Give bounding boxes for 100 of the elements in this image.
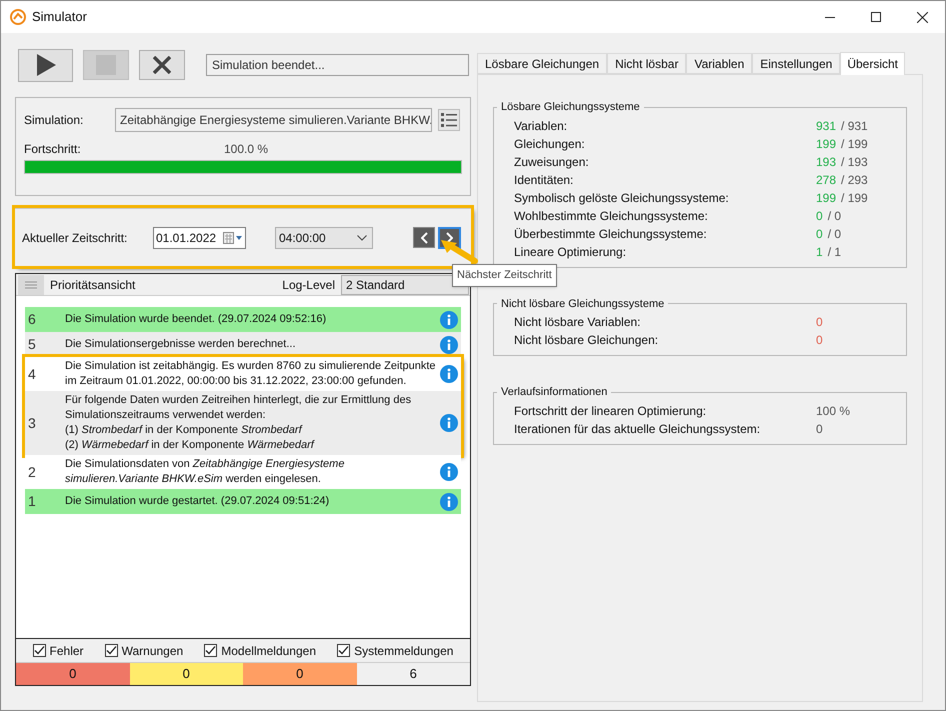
calendar-icon — [223, 232, 243, 244]
filter-label: Systemmeldungen — [354, 642, 454, 660]
info-icon — [440, 365, 458, 383]
stat-label: Nicht lösbare Gleichungen: — [514, 332, 658, 349]
stat-label: Gleichungen: — [514, 136, 585, 152]
stat-total: / 0 — [828, 226, 842, 242]
tab[interactable]: Lösbare Gleichungen — [477, 53, 608, 74]
info-icon — [440, 463, 458, 481]
tab[interactable]: Übersicht — [840, 52, 906, 75]
x-icon — [153, 56, 171, 74]
stat-label: Iterationen für das aktuelle Gleichungssystem: — [514, 420, 760, 438]
stat-value: 0 — [816, 314, 823, 331]
stat-value: 0 — [816, 226, 823, 242]
stat-label: Lineare Optimierung: — [514, 244, 626, 260]
entry-number: 1 — [28, 492, 37, 511]
info-icon — [440, 336, 458, 354]
stat-label: Fortschritt der linearen Optimierung: — [514, 402, 706, 420]
time-dropdown[interactable]: 04:00:00 — [275, 226, 373, 248]
tab[interactable]: Variablen — [686, 53, 752, 74]
log-entry[interactable]: 6 Die Simulation wurde beendet. (29.07.2024 09:52:16) — [25, 307, 461, 332]
app-logo-icon — [10, 9, 26, 25]
log-entry[interactable] — [25, 391, 461, 455]
stat-value: 100 % — [816, 402, 850, 420]
stat-value: 0 — [816, 420, 823, 438]
checkbox[interactable] — [337, 644, 350, 657]
stat-value: 193 — [816, 154, 836, 170]
tooltip: Nächster Zeitschritt — [452, 264, 557, 286]
list-icon — [441, 113, 457, 127]
entry-number: 4 — [28, 364, 37, 384]
filter-label: Warnungen — [122, 642, 184, 660]
date-field[interactable]: 01.01.2022 — [153, 226, 246, 248]
log-message: Die Simulationsdaten von Zeitabhängige Energiesysteme simulieren.Variante BHKW.eSim werden eingelesen. — [65, 457, 346, 487]
tab[interactable]: Einstellungen — [752, 53, 840, 74]
play-button[interactable] — [18, 48, 73, 82]
progress-label: Fortschritt: — [24, 141, 82, 158]
simulation-label: Simulation: — [24, 112, 84, 129]
log-message: Die Simulation wurde beendet. (29.07.2024 09:52:16) — [65, 312, 328, 327]
tab[interactable]: Nicht lösbar — [607, 53, 686, 74]
entry-number: 6 — [28, 310, 37, 329]
stat-total: / 293 — [841, 172, 868, 188]
stat-total: / 193 — [841, 154, 868, 170]
stat-value: 199 — [816, 136, 836, 152]
group-title: Nicht lösbare Gleichungssysteme — [500, 296, 666, 312]
log-message: Die Simulation wurde gestartet. (29.07.2024 09:51:24) — [65, 494, 330, 509]
entry-number: 3 — [28, 414, 37, 432]
log-message: Die Simulation ist zeitabhängig. Es wurden 8760 zu simulierende Zeitpunkte im Zeitraum 01.01.2022, 00:00:00 bis 31.12.2022, 23:00:00 gefunden. — [65, 359, 437, 389]
log-message: (2) Wärmebedarf in der Komponente Wärmebedarf — [65, 438, 316, 453]
info-icon — [440, 310, 458, 328]
checkbox[interactable] — [104, 644, 118, 657]
info-icon — [440, 492, 458, 510]
stat-label: Wohlbestimmte Gleichungssysteme: — [514, 208, 708, 224]
previous-button[interactable] — [413, 227, 435, 248]
stat-value: 199 — [816, 190, 836, 206]
stat-label: Zuweisungen: — [514, 154, 589, 170]
chevron-left-icon — [420, 232, 428, 244]
message-count: 0 — [243, 663, 356, 685]
stat-value: 0 — [816, 208, 823, 224]
log-message: (1) Strombedarf in der Komponente Strombedarf — [65, 423, 304, 438]
log-entry[interactable]: 1 Die Simulation wurde gestartet. (29.07.2024 09:51:24) — [25, 489, 461, 514]
stat-total: / 199 — [841, 190, 868, 206]
log-view-title: Prioritätsansicht — [50, 276, 136, 294]
filter-label: Fehler — [50, 642, 84, 660]
list-button[interactable] — [438, 109, 460, 131]
log-message: Für folgende Daten wurden Zeitreihen hinterlegt, die zur Ermittlung des Simulationszeitraums verwendet werden: — [65, 393, 412, 423]
cancel-button[interactable] — [139, 50, 185, 80]
stat-total: / 1 — [828, 244, 842, 260]
timestep-label: Aktueller Zeitschritt: — [22, 230, 128, 246]
info-icon — [440, 414, 458, 432]
group-title: Lösbare Gleichungssysteme — [500, 100, 641, 115]
callout-arrow — [439, 239, 479, 265]
stat-total: / 199 — [841, 136, 868, 152]
message-count: 0 — [16, 663, 130, 685]
stat-value: 278 — [816, 172, 836, 188]
status-field: Simulation beendet... — [206, 54, 469, 76]
log-entry[interactable]: 4 Die Simulation ist zeitabhängig. Es wurden 8760 zu simulierende Zeitpunkte im Zeitraum 01.01.2022, 00:00:00 bis 31.12.2022, 23:00:00 gefunden. — [25, 357, 461, 391]
entry-number: 5 — [28, 335, 37, 354]
stat-label: Überbestimmte Gleichungssysteme: — [514, 226, 707, 242]
checkbox[interactable] — [204, 644, 218, 657]
stat-total: / 0 — [828, 208, 842, 224]
stat-label: Nicht lösbare Variablen: — [514, 314, 641, 331]
group-title: Verlaufsinformationen — [500, 385, 608, 400]
stat-value: 1 — [816, 244, 823, 260]
chevron-down-icon — [357, 234, 367, 240]
stat-label: Symbolisch gelöste Gleichungssysteme: — [514, 190, 729, 206]
play-icon — [36, 54, 56, 76]
menu-icon — [25, 280, 37, 288]
message-count: 6 — [356, 663, 470, 685]
stat-label: Variablen: — [514, 118, 568, 134]
chevron-right-icon — [446, 232, 453, 244]
message-count: 0 — [130, 663, 243, 685]
stat-value: 0 — [816, 332, 823, 349]
checkbox[interactable] — [32, 644, 46, 657]
stat-value: 931 — [816, 118, 836, 134]
window-title: Simulator — [32, 8, 87, 26]
stat-label: Identitäten: — [514, 172, 574, 188]
stat-total: / 931 — [841, 118, 868, 134]
filter-label: Modellmeldungen — [221, 642, 316, 660]
log-message: Die Simulationsergebnisse werden berechnet... — [65, 337, 297, 352]
log-level-label: Log-Level — [282, 276, 335, 294]
progress-reading: 100.0 % — [224, 141, 268, 158]
